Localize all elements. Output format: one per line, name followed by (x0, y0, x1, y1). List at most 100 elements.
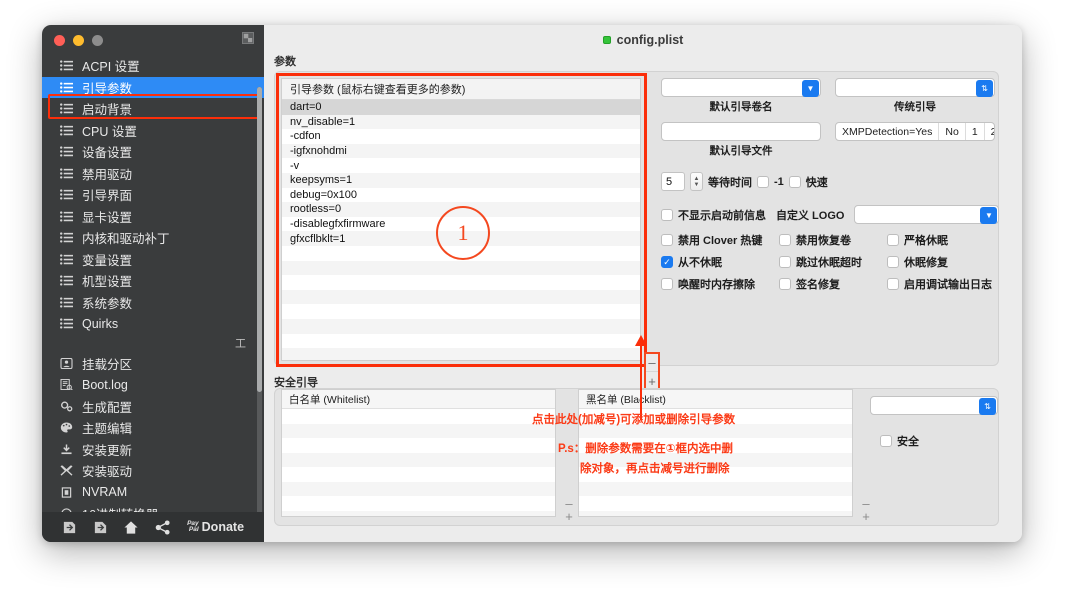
updown-chevron-icon[interactable]: ⇅ (979, 398, 996, 415)
import-icon[interactable] (62, 520, 77, 535)
whitelist-row[interactable] (282, 438, 555, 453)
whitelist-row[interactable] (282, 467, 555, 482)
boot-arg-row[interactable]: dart=0 (282, 100, 640, 115)
default-loader-field[interactable] (661, 122, 821, 141)
sidebar-tool-0[interactable]: 挂载分区 (42, 353, 264, 375)
status-dot-icon (602, 36, 611, 44)
whitelist-row[interactable] (282, 423, 555, 438)
boot-flag-checkbox-4[interactable]: 跳过休眠超时 (779, 254, 887, 270)
xmp-segment-3[interactable]: 2 (985, 123, 994, 140)
whitelist-row[interactable] (282, 409, 555, 424)
xmp-segment-1[interactable]: No (939, 123, 966, 140)
add-remove-stepper[interactable]: – + (644, 352, 660, 390)
no-early-info-checkbox[interactable]: 不显示启动前信息 (661, 207, 766, 223)
sidebar-item-5[interactable]: 禁用驱动 (42, 163, 264, 185)
sidebar-scrollbar[interactable] (256, 87, 262, 512)
sidebar-item-4[interactable]: 设备设置 (42, 141, 264, 163)
sidebar: ACPI 设置 引导参数 启动背景 CPU 设置 设备设置 禁用驱动 引导界面 显卡设置 内核和… (42, 25, 264, 542)
remove-param-button[interactable]: – (646, 354, 658, 372)
legacy-boot-caption: 传统引导 (894, 101, 936, 113)
legacy-boot-popup[interactable]: ⇅ (835, 78, 995, 97)
sidebar-item-6[interactable]: 引导界面 (42, 184, 264, 206)
export-icon[interactable] (93, 520, 108, 535)
share-icon[interactable] (155, 519, 171, 535)
whitelist-box[interactable]: 白名单 (Whitelist) (281, 389, 556, 517)
timeout-value[interactable]: 5 (661, 172, 685, 191)
blacklist-row[interactable] (579, 496, 852, 511)
boot-flag-checkbox-3[interactable]: ✓ 从不休眠 (661, 254, 779, 270)
boot-flag-label: 启用调试输出日志 (904, 279, 992, 291)
whitelist-stepper[interactable]: – + (561, 497, 577, 523)
boot-flag-checkbox-7[interactable]: 签名修复 (779, 276, 887, 292)
timeout-minus1-checkbox[interactable]: -1 (757, 175, 784, 188)
blacklist-row[interactable] (579, 481, 852, 496)
sidebar-tool-6[interactable]: NVRAM (42, 482, 264, 504)
sidebar-tool-3[interactable]: 主题编辑 (42, 417, 264, 439)
boot-arg-row[interactable] (282, 333, 640, 349)
whitelist-row[interactable] (282, 510, 555, 516)
window-toggle-icon[interactable] (242, 32, 254, 44)
whitelist-add-button[interactable]: + (565, 510, 573, 523)
boot-arg-row[interactable]: -cdfon (282, 129, 640, 144)
sidebar-item-0[interactable]: ACPI 设置 (42, 55, 264, 77)
sidebar-item-3[interactable]: CPU 设置 (42, 120, 264, 142)
boot-arg-row[interactable]: -igfxnohdmi (282, 143, 640, 159)
default-volume-combobox[interactable]: ▼ (661, 78, 821, 97)
boot-flag-checkbox-0[interactable]: 禁用 Clover 热键 (661, 232, 779, 248)
boot-flag-label: 休眠修复 (904, 257, 948, 269)
sidebar-tool-7[interactable]: 16进制转换器 (42, 503, 264, 512)
custom-logo-label: 自定义 LOGO (776, 209, 845, 222)
safe-boot-popup[interactable]: ⇅ (870, 396, 998, 415)
boot-arg-row[interactable]: debug=0x100 (282, 187, 640, 203)
xmp-segment-0[interactable]: XMPDetection=Yes (836, 123, 940, 140)
safe-checkbox[interactable]: 安全 (880, 433, 919, 449)
safe-boot-right: ⇅ 安全 (870, 389, 1000, 452)
home-icon[interactable] (123, 520, 139, 535)
boot-arg-row[interactable] (282, 348, 640, 360)
boot-flag-checkbox-5[interactable]: 休眠修复 (887, 254, 1006, 270)
updown-chevron-icon[interactable]: ⇅ (976, 80, 993, 97)
minimize-icon[interactable] (73, 34, 84, 46)
sidebar-item-1[interactable]: 引导参数 (42, 76, 264, 98)
sidebar-tool-5[interactable]: 安装驱动 (42, 460, 264, 482)
boot-arg-row[interactable] (282, 318, 640, 334)
fast-checkbox[interactable]: 快速 (788, 174, 828, 190)
chevron-down-icon[interactable]: ▼ (980, 207, 998, 224)
boot-arg-row[interactable]: keepsyms=1 (282, 172, 640, 188)
xmp-detection-segmented[interactable]: XMPDetection=YesNo12 (835, 122, 995, 141)
boot-flag-checkbox-8[interactable]: 启用调试输出日志 (887, 276, 1006, 292)
sidebar-item-9[interactable]: 变量设置 (42, 249, 264, 271)
whitelist-row[interactable] (282, 496, 555, 511)
blacklist-add-button[interactable]: + (862, 510, 870, 523)
close-icon[interactable] (54, 34, 65, 46)
boot-arg-row[interactable]: -v (282, 158, 640, 173)
sidebar-item-11[interactable]: 系统参数 (42, 292, 264, 314)
boot-flag-checkbox-6[interactable]: 唤醒时内存擦除 (661, 276, 779, 292)
boot-flag-checkbox-1[interactable]: 禁用恢复卷 (779, 232, 887, 248)
sidebar-tool-4[interactable]: 安装更新 (42, 439, 264, 461)
paypal-donate-button[interactable]: Pay Pal Donate (187, 520, 244, 534)
boot-arg-row[interactable] (282, 275, 640, 290)
boot-arg-row[interactable]: nv_disable=1 (282, 114, 640, 130)
xmp-segment-2[interactable]: 1 (966, 123, 985, 140)
list-icon (60, 211, 73, 222)
sidebar-tool-1[interactable]: Boot.log (42, 374, 264, 396)
palette-icon (60, 422, 73, 433)
whitelist-row[interactable] (282, 452, 555, 467)
boot-arg-row[interactable] (282, 289, 640, 305)
sidebar-item-2[interactable]: 启动背景 (42, 98, 264, 120)
sidebar-item-10[interactable]: 机型设置 (42, 270, 264, 292)
sidebar-item-7[interactable]: 显卡设置 (42, 206, 264, 228)
boot-arg-row[interactable] (282, 304, 640, 319)
boot-arg-row[interactable] (282, 260, 640, 276)
sidebar-tool-2[interactable]: 生成配置 (42, 396, 264, 418)
boot-flag-checkbox-2[interactable]: 严格休眠 (887, 232, 1006, 248)
timeout-stepper-icon[interactable]: ▲ ▼ (690, 172, 703, 191)
custom-logo-combobox[interactable]: ▼ (854, 205, 1000, 224)
chevron-down-icon[interactable]: ▼ (802, 80, 819, 97)
sidebar-item-8[interactable]: 内核和驱动补丁 (42, 227, 264, 249)
sidebar-item-12[interactable]: Quirks (42, 313, 264, 335)
whitelist-row[interactable] (282, 481, 555, 496)
blacklist-stepper[interactable]: – + (858, 497, 874, 523)
blacklist-row[interactable] (579, 510, 852, 516)
